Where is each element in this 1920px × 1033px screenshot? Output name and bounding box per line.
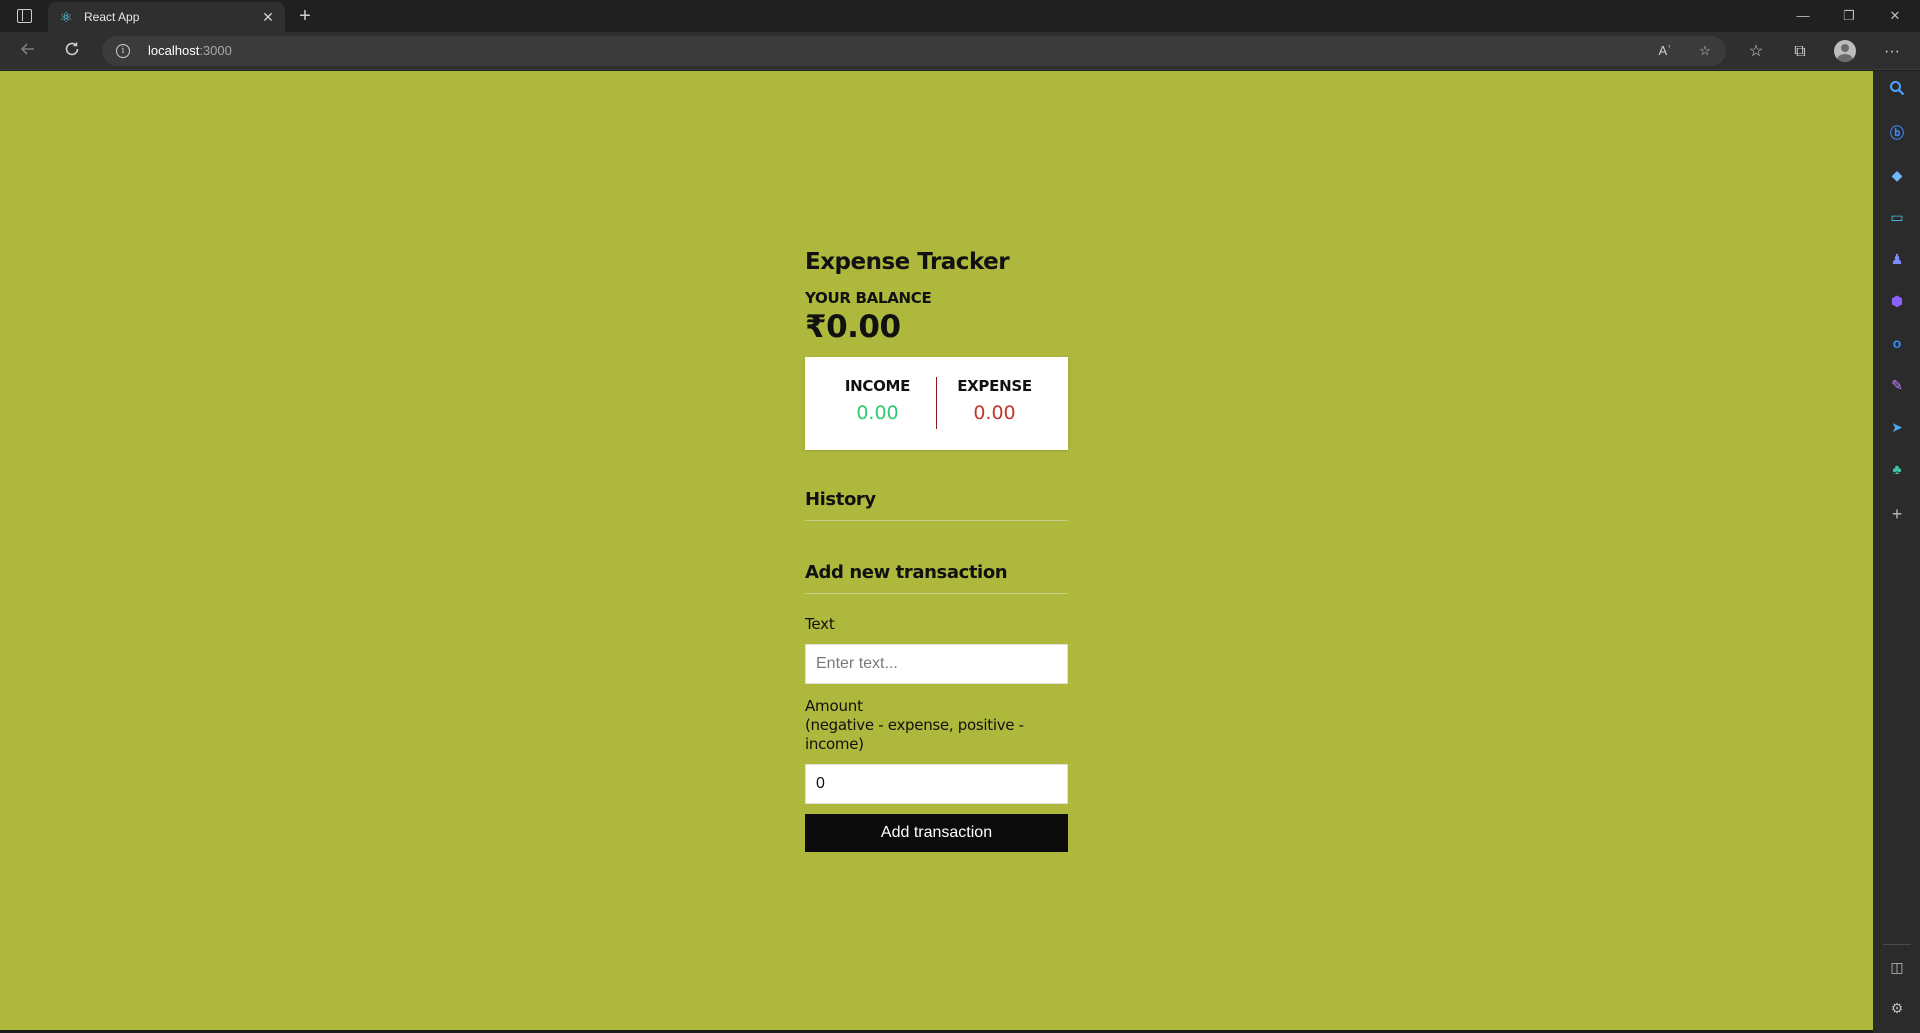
react-favicon-icon: ⚛	[59, 9, 73, 25]
browser-sidebar: ⓑ ◆ ▭ ♟ ⬢ o ✎ ➤ ♣ + ◫ ⚙	[1873, 71, 1920, 1033]
add-favorite-icon[interactable]: ☆	[1694, 41, 1716, 61]
new-tab-button[interactable]: +	[294, 5, 316, 27]
outlook-icon[interactable]: o	[1886, 332, 1908, 354]
expense-label: EXPENSE	[957, 377, 1032, 395]
address-bar-row: i localhost:3000 Aʾ ☆ ☆ ⧉ ···	[0, 32, 1920, 70]
income-column: INCOME 0.00	[805, 357, 936, 450]
income-expense-card: INCOME 0.00 EXPENSE 0.00	[805, 357, 1068, 450]
page-title: Expense Tracker	[805, 249, 1010, 275]
add-transaction-title: Add new transaction	[805, 562, 1068, 594]
shopping-tag-icon[interactable]: ◆	[1886, 164, 1908, 186]
history-title: History	[805, 489, 1068, 521]
income-label: INCOME	[844, 377, 911, 395]
profile-avatar[interactable]	[1834, 40, 1856, 62]
url-field[interactable]: i localhost:3000 Aʾ ☆	[102, 36, 1726, 66]
income-value: 0.00	[856, 402, 899, 424]
tab-actions-icon[interactable]	[12, 7, 36, 25]
expense-value: 0.00	[973, 402, 1016, 424]
page-viewport: Expense Tracker YOUR BALANCE ₹0.00 INCOM…	[0, 71, 1873, 1033]
reload-icon	[65, 42, 79, 56]
url-text: localhost:3000	[148, 43, 232, 59]
amount-hint: (negative - expense, positive - income)	[805, 716, 1024, 753]
games-icon[interactable]: ♟	[1886, 248, 1908, 270]
back-arrow-icon	[20, 43, 34, 55]
sidebar-divider	[1883, 944, 1911, 945]
split-screen-icon[interactable]: ◫	[1886, 956, 1908, 978]
url-host: localhost	[148, 43, 200, 58]
browser-tab-bar: ⚛ React App ✕ + — ❐ ✕	[0, 0, 1920, 32]
favorites-icon[interactable]: ☆	[1744, 40, 1768, 64]
search-icon[interactable]	[1886, 80, 1908, 102]
add-transaction-button[interactable]: Add transaction	[805, 814, 1068, 852]
expense-column: EXPENSE 0.00	[936, 357, 1067, 450]
add-icon[interactable]: +	[1886, 503, 1908, 525]
balance-value: ₹0.00	[805, 309, 901, 345]
amount-input[interactable]	[805, 764, 1068, 804]
settings-icon[interactable]: ⚙	[1886, 997, 1908, 1019]
bing-copilot-icon[interactable]: ⓑ	[1886, 122, 1908, 144]
more-menu-icon[interactable]: ···	[1880, 40, 1904, 64]
telegram-icon[interactable]: ➤	[1886, 416, 1908, 438]
maximize-button[interactable]: ❐	[1826, 4, 1872, 28]
minimize-button[interactable]: —	[1780, 4, 1826, 28]
microsoft-365-icon[interactable]: ⬢	[1886, 290, 1908, 312]
amount-label: Amount	[805, 697, 863, 715]
browser-tab[interactable]: ⚛ React App ✕	[48, 2, 285, 32]
text-input[interactable]	[805, 644, 1068, 684]
tab-close-icon[interactable]: ✕	[259, 8, 277, 26]
reload-button[interactable]	[60, 40, 84, 64]
text-label: Text	[805, 615, 835, 633]
income-expense-divider	[936, 377, 937, 429]
balance-label: YOUR BALANCE	[805, 289, 932, 307]
read-aloud-icon[interactable]: Aʾ	[1654, 41, 1676, 61]
designer-icon[interactable]: ✎	[1886, 374, 1908, 396]
url-port: :3000	[199, 43, 232, 58]
expense-tracker-container: Expense Tracker YOUR BALANCE ₹0.00 INCOM…	[805, 247, 1068, 852]
site-info-icon[interactable]: i	[116, 44, 130, 58]
tools-briefcase-icon[interactable]: ▭	[1886, 206, 1908, 228]
collections-icon[interactable]: ⧉	[1788, 40, 1812, 64]
tree-icon[interactable]: ♣	[1886, 458, 1908, 480]
back-button[interactable]	[16, 40, 40, 64]
tab-title: React App	[84, 10, 140, 24]
close-window-button[interactable]: ✕	[1872, 4, 1918, 28]
